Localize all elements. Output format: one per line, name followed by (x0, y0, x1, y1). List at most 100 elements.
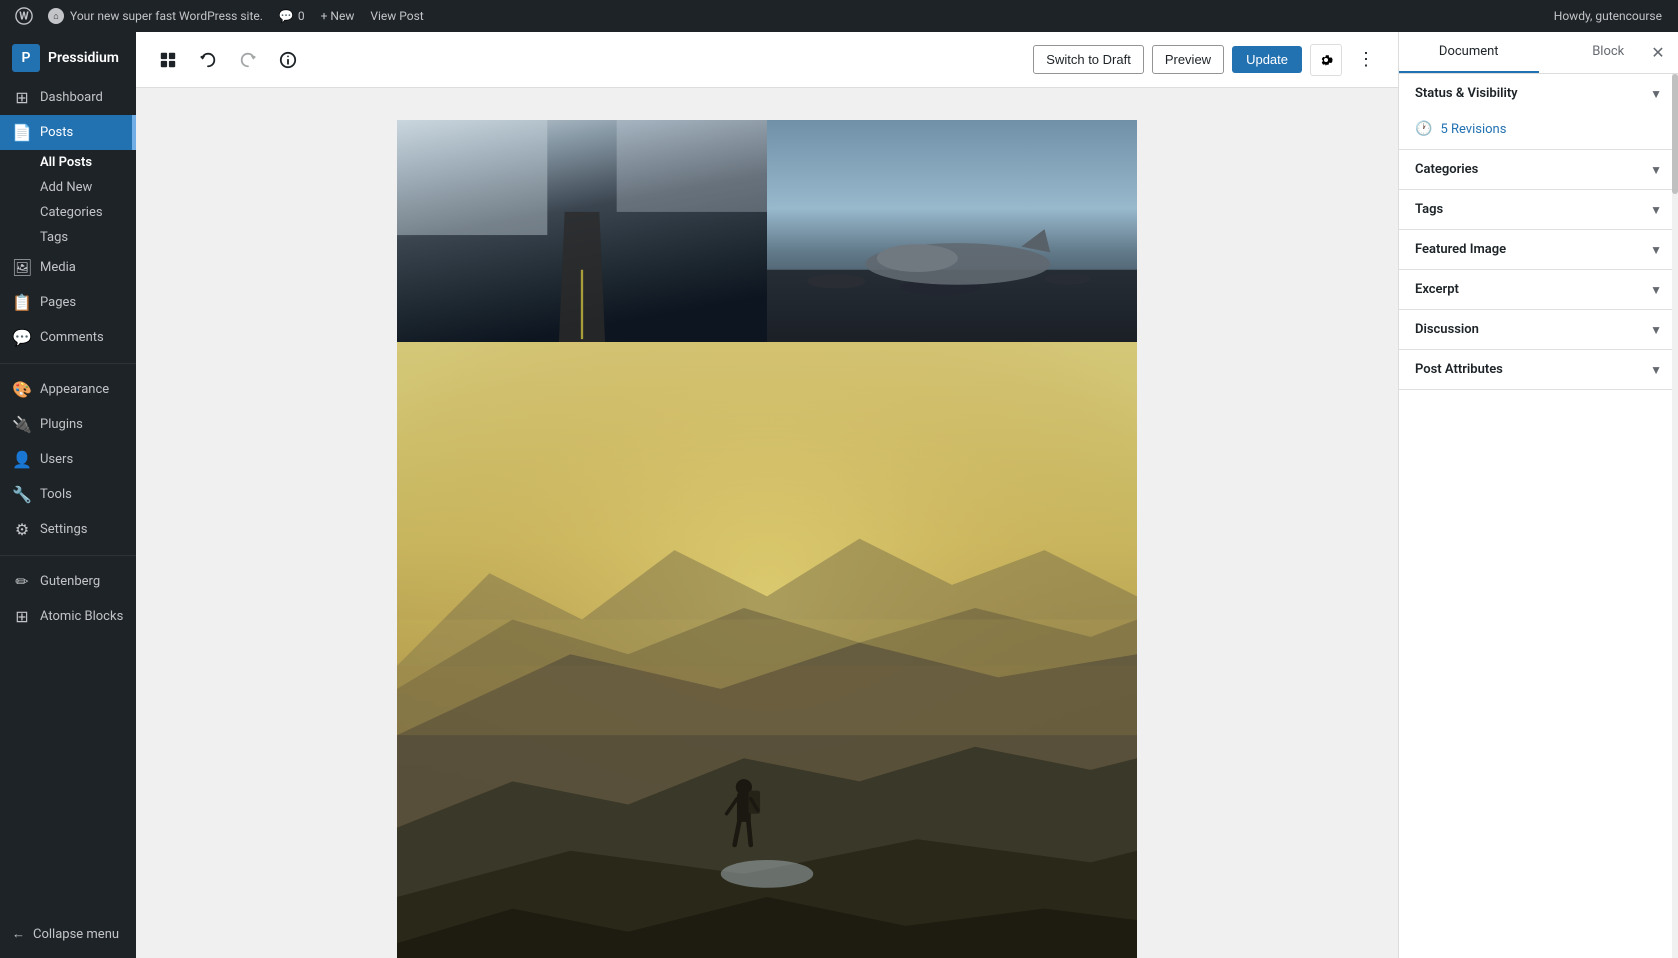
info-button[interactable] (272, 44, 304, 76)
sidebar-item-media[interactable]: 🖼 Media (0, 250, 136, 285)
sidebar-item-dashboard[interactable]: ⊞ Dashboard (0, 80, 136, 115)
sidebar-item-label: Plugins (40, 417, 83, 432)
plugins-icon: 🔌 (12, 415, 32, 434)
admin-bar-comments[interactable]: 💬 0 (271, 9, 313, 23)
sidebar-divider-1 (0, 363, 136, 364)
scrollbar-thumb[interactable] (1672, 74, 1678, 194)
site-icon: ⌂ (48, 8, 64, 24)
categories-header[interactable]: Categories ▼ (1399, 150, 1678, 189)
admin-bar: W ⌂ Your new super fast WordPress site. … (0, 0, 1678, 32)
sidebar-item-plugins[interactable]: 🔌 Plugins (0, 407, 136, 442)
sidebar-item-label: Pages (40, 295, 76, 310)
panel-section-post-attributes: Post Attributes ▼ (1399, 350, 1678, 390)
sidebar-item-label: Gutenberg (40, 574, 100, 589)
excerpt-header[interactable]: Excerpt ▼ (1399, 270, 1678, 309)
sidebar-item-label: Posts (40, 125, 73, 140)
add-block-button[interactable] (152, 44, 184, 76)
panel-section-featured-image: Featured Image ▼ (1399, 230, 1678, 270)
admin-bar-view-post[interactable]: View Post (362, 9, 431, 23)
revisions-label: 5 Revisions (1440, 122, 1506, 137)
status-visibility-title: Status & Visibility (1415, 86, 1518, 101)
panel-close-button[interactable]: ✕ (1646, 41, 1670, 65)
switch-to-draft-button[interactable]: Switch to Draft (1033, 45, 1144, 74)
sidebar-item-label: Dashboard (40, 90, 103, 105)
right-panel: Document Block ✕ Status & Visibility ▼ 🕐… (1398, 32, 1678, 958)
undo-button[interactable] (192, 44, 224, 76)
sidebar-item-label: Settings (40, 522, 87, 537)
featured-image-title: Featured Image (1415, 242, 1506, 257)
status-visibility-header[interactable]: Status & Visibility ▼ (1399, 74, 1678, 113)
settings-button[interactable] (1310, 44, 1342, 76)
sidebar-subitem-all-posts[interactable]: All Posts (0, 150, 136, 175)
sidebar-subitem-add-new[interactable]: Add New (0, 175, 136, 200)
sidebar-item-tools[interactable]: 🔧 Tools (0, 477, 136, 512)
tags-header[interactable]: Tags ▼ (1399, 190, 1678, 229)
road-image[interactable] (397, 120, 767, 342)
sidebar-item-comments[interactable]: 💬 Comments (0, 320, 136, 355)
sidebar-item-label: Appearance (40, 382, 109, 397)
panel-section-discussion: Discussion ▼ (1399, 310, 1678, 350)
featured-image-header[interactable]: Featured Image ▼ (1399, 230, 1678, 269)
editor-content[interactable]: ♪ ≡ ⊡ (136, 88, 1398, 958)
plane-wreck-image[interactable] (767, 120, 1137, 342)
mountain-hiker-image[interactable] (397, 342, 1137, 958)
panel-section-tags: Tags ▼ (1399, 190, 1678, 230)
more-options-button[interactable]: ⋮ (1350, 44, 1382, 76)
redo-button[interactable] (232, 44, 264, 76)
settings-icon: ⚙ (12, 520, 32, 539)
scrollbar-track (1672, 74, 1678, 958)
panel-section-status-visibility: Status & Visibility ▼ 🕐 5 Revisions (1399, 74, 1678, 150)
revisions-row[interactable]: 🕐 5 Revisions (1399, 113, 1678, 149)
mountain-image-placeholder (397, 342, 1137, 958)
right-panel-content: Status & Visibility ▼ 🕐 5 Revisions Cate… (1399, 74, 1678, 958)
toolbar-actions: Switch to Draft Preview Update ⋮ (1033, 44, 1382, 76)
howdy-text: Howdy, gutencourse (1554, 9, 1662, 23)
mountain-image-inner (397, 342, 1137, 958)
tags-title: Tags (1415, 202, 1443, 217)
admin-bar-new[interactable]: + New (313, 9, 363, 23)
status-visibility-chevron: ▼ (1650, 87, 1662, 101)
tab-document[interactable]: Document (1399, 32, 1539, 73)
wp-logo-icon[interactable]: W (8, 0, 40, 32)
sidebar-brand: P Pressidium (0, 36, 136, 80)
sidebar-item-settings[interactable]: ⚙ Settings (0, 512, 136, 547)
sidebar-subitem-tags[interactable]: Tags (0, 225, 136, 250)
atomic-blocks-icon: ⊞ (12, 607, 32, 626)
comments-icon: 💬 (12, 328, 32, 347)
appearance-icon: 🎨 (12, 380, 32, 399)
comments-icon: 💬 (279, 9, 294, 23)
sidebar-item-label: Atomic Blocks (40, 609, 123, 624)
discussion-chevron: ▼ (1650, 323, 1662, 337)
update-button[interactable]: Update (1232, 46, 1302, 73)
admin-bar-site[interactable]: ⌂ Your new super fast WordPress site. (40, 8, 271, 24)
site-name: Your new super fast WordPress site. (70, 9, 263, 23)
pages-icon: 📋 (12, 293, 32, 312)
gallery-row-2[interactable] (397, 120, 1137, 342)
tools-icon: 🔧 (12, 485, 32, 504)
editor-toolbar: Switch to Draft Preview Update ⋮ (136, 32, 1398, 88)
admin-bar-howdy: Howdy, gutencourse (1554, 9, 1670, 23)
tags-chevron: ▼ (1650, 203, 1662, 217)
sidebar-divider-2 (0, 555, 136, 556)
road-image-inner (397, 120, 767, 342)
editor-canvas: ♪ ≡ ⊡ (397, 120, 1137, 918)
brand-icon: P (12, 44, 40, 72)
svg-text:W: W (19, 10, 29, 23)
preview-button[interactable]: Preview (1152, 45, 1224, 74)
comments-count: 0 (298, 9, 305, 23)
sidebar-item-label: Media (40, 260, 76, 275)
sidebar-item-atomic-blocks[interactable]: ⊞ Atomic Blocks (0, 599, 136, 634)
sidebar-item-pages[interactable]: 📋 Pages (0, 285, 136, 320)
discussion-header[interactable]: Discussion ▼ (1399, 310, 1678, 349)
sidebar-item-gutenberg[interactable]: ✏ Gutenberg (0, 564, 136, 599)
featured-image-chevron: ▼ (1650, 243, 1662, 257)
post-attributes-header[interactable]: Post Attributes ▼ (1399, 350, 1678, 389)
sidebar-collapse-button[interactable]: ← Collapse menu (0, 918, 136, 958)
sidebar-item-appearance[interactable]: 🎨 Appearance (0, 372, 136, 407)
post-attributes-chevron: ▼ (1650, 363, 1662, 377)
sidebar-item-users[interactable]: 👤 Users (0, 442, 136, 477)
panel-section-excerpt: Excerpt ▼ (1399, 270, 1678, 310)
revisions-icon: 🕐 (1415, 121, 1432, 137)
sidebar-item-posts[interactable]: 📄 Posts (0, 115, 136, 150)
sidebar-subitem-categories[interactable]: Categories (0, 200, 136, 225)
